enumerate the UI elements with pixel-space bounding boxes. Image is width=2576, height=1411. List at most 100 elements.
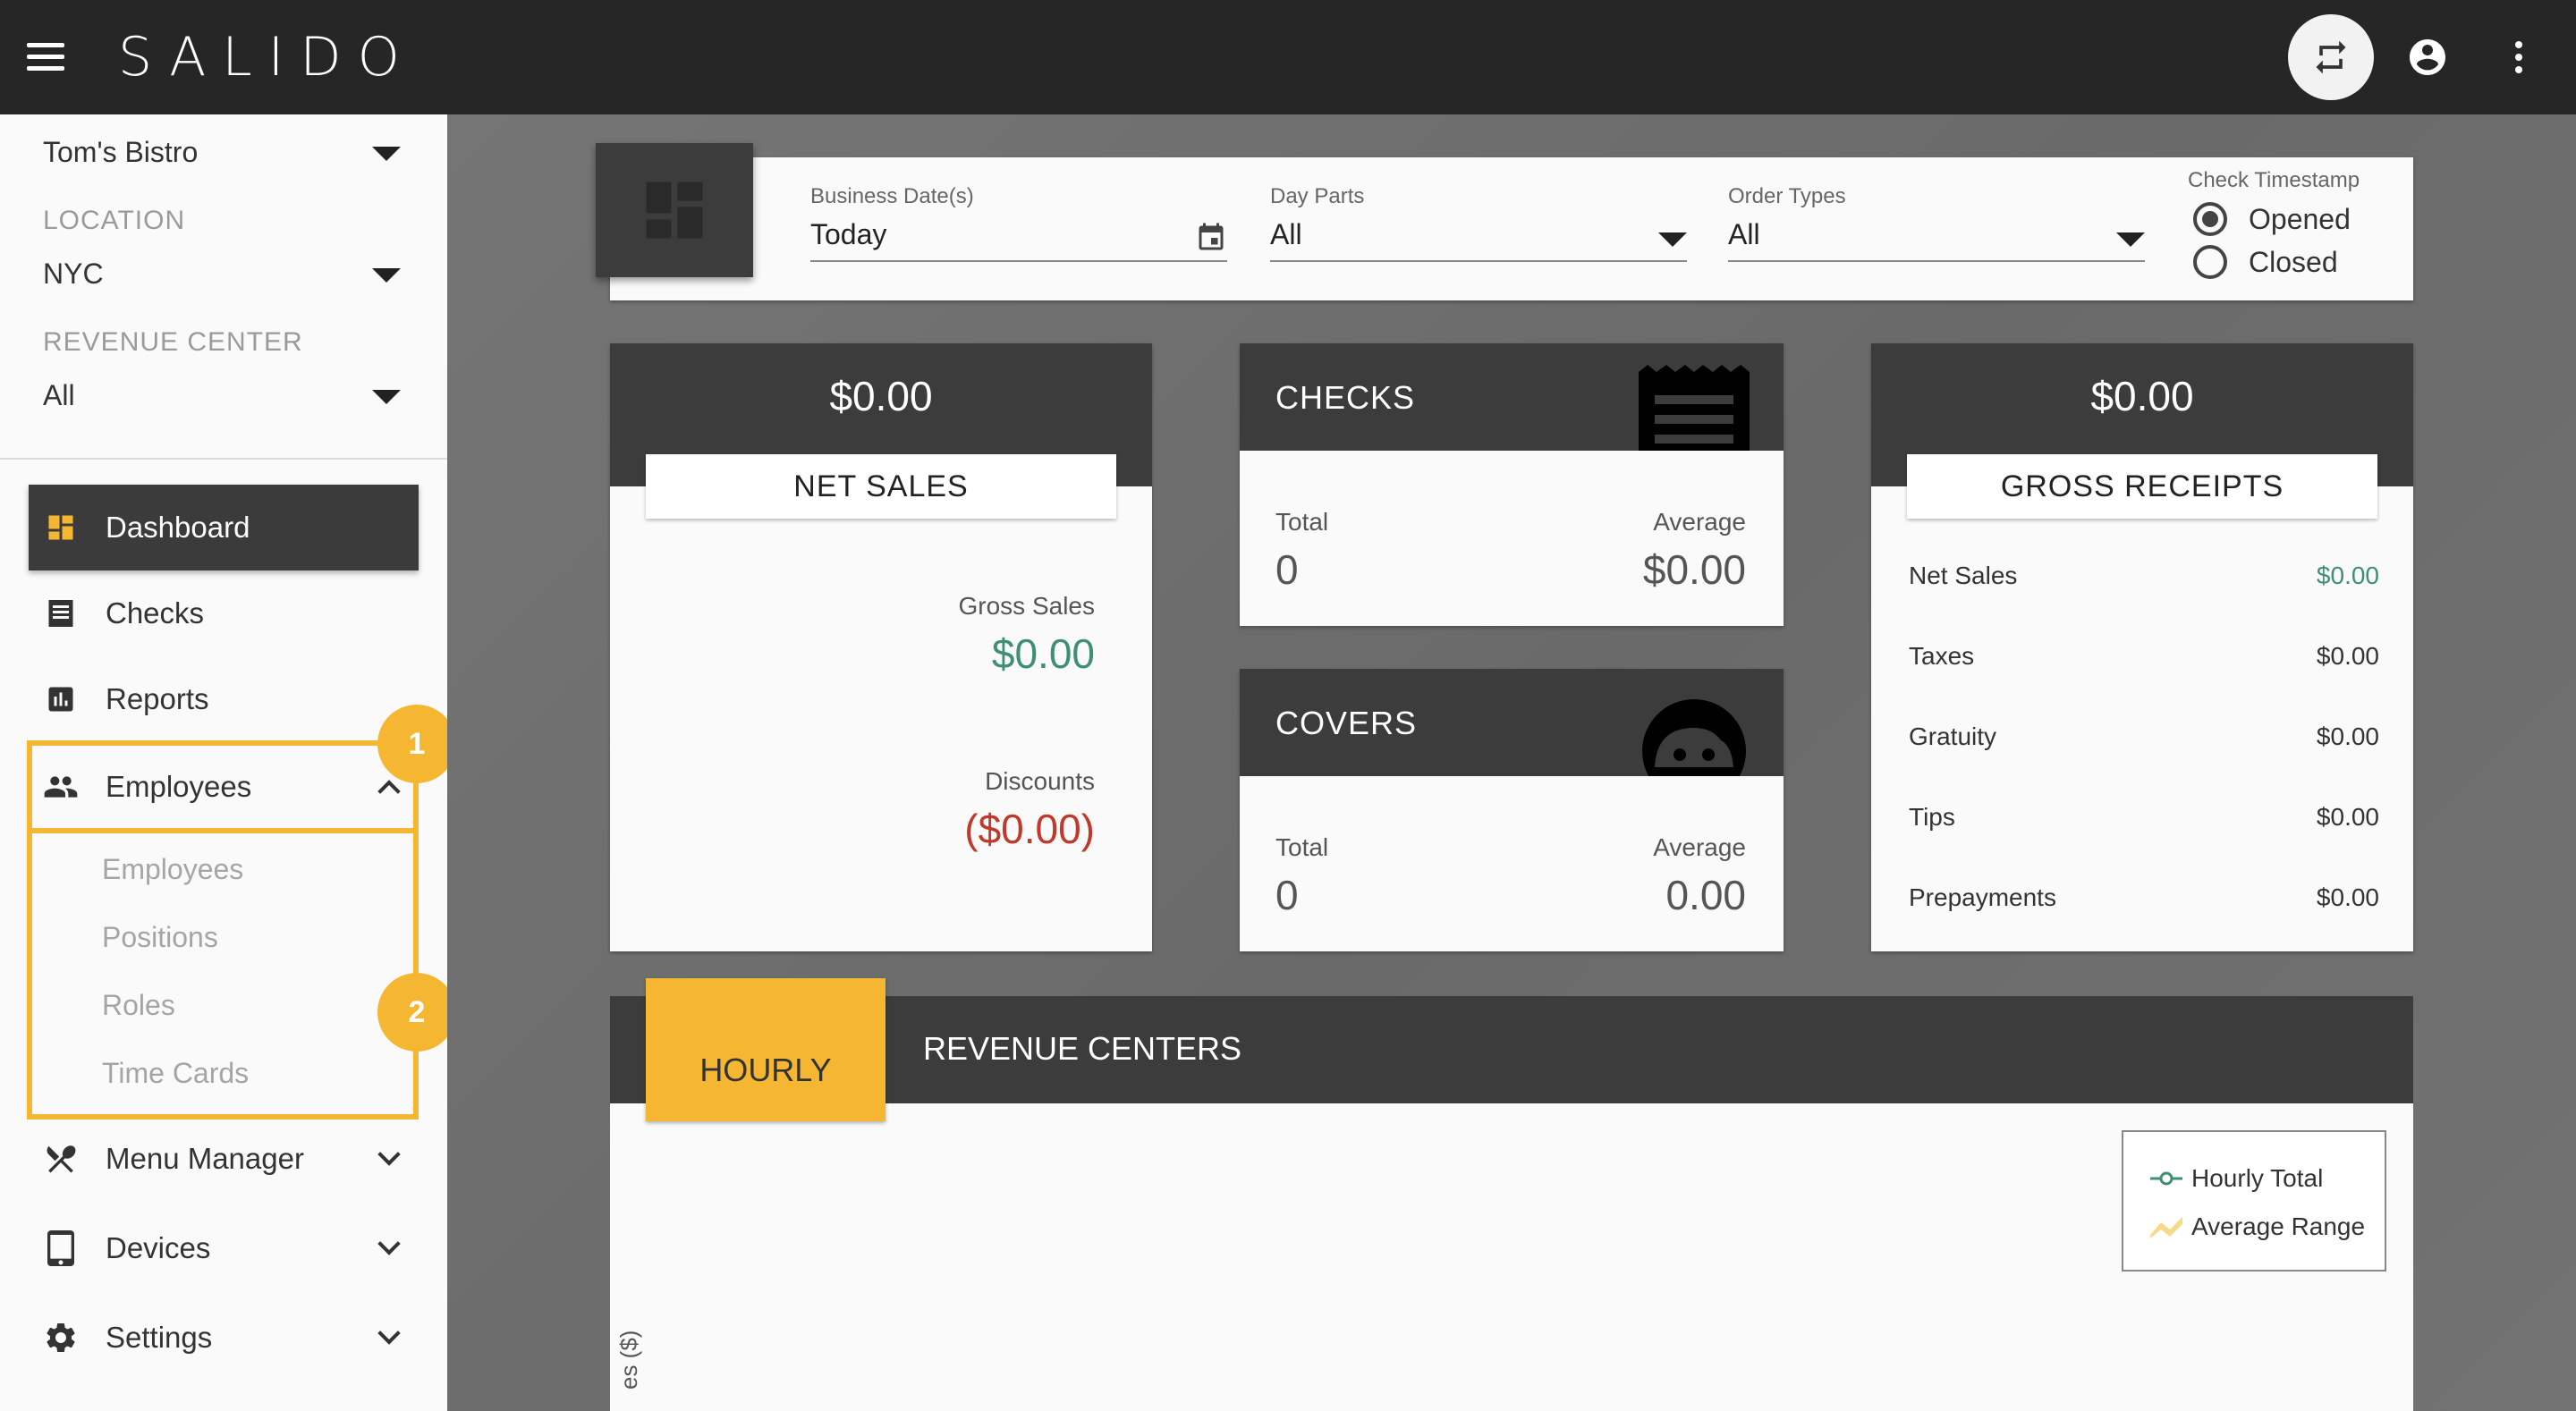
gross-receipts-row: Gratuity $0.00 [1909, 722, 2379, 751]
utensils-icon [43, 1141, 79, 1177]
sidebar-item-label: Dashboard [106, 511, 250, 544]
sidebar-item-reports[interactable]: Reports [29, 656, 419, 742]
dropdown-arrow-icon [372, 147, 401, 161]
row-value: $0.00 [2316, 803, 2379, 831]
business-dates-field[interactable]: Business Date(s) Today [810, 184, 1227, 262]
step-badge-2: 2 [377, 973, 456, 1052]
tablet-icon [43, 1230, 79, 1266]
sidebar-item-label: Reports [106, 682, 209, 715]
switch-button[interactable] [2288, 14, 2374, 100]
order-types-value: All [1728, 218, 1760, 250]
receipt-icon [1639, 365, 1750, 451]
dropdown-arrow-icon [1658, 232, 1687, 247]
sidebar-item-label: Checks [106, 596, 205, 629]
row-label: Net Sales [1909, 562, 2018, 589]
gross-sales-label: Gross Sales [958, 592, 1096, 620]
covers-title: COVERS [1275, 705, 1418, 741]
tab-hourly[interactable]: HOURLY [646, 978, 886, 1121]
checks-card: CHECKS Total 0 Average $0.00 [1240, 343, 1784, 626]
dropdown-arrow-icon [372, 390, 401, 404]
legend-label: Average Range [2191, 1212, 2366, 1240]
radio-closed[interactable]: Closed [2193, 245, 2338, 279]
location-select[interactable]: NYC [43, 249, 401, 299]
checks-title: CHECKS [1275, 379, 1416, 416]
sidebar: Tom's Bistro LOCATION NYC REVENUE CENTER… [0, 114, 456, 1411]
y-axis-label: es ($) [615, 1330, 642, 1390]
sidebar-item-dashboard[interactable]: Dashboard [29, 485, 419, 570]
row-label: Tips [1909, 803, 1955, 831]
sidebar-item-settings[interactable]: Settings [29, 1295, 419, 1381]
gross-receipts-row: Taxes $0.00 [1909, 642, 2379, 671]
highlight-employee-submenu [27, 828, 419, 1120]
sidebar-item-devices[interactable]: Devices [29, 1205, 419, 1291]
checks-total-value: 0 [1275, 546, 1299, 593]
day-parts-value: All [1270, 218, 1302, 250]
chart-legend: Hourly Total Average Range [2122, 1130, 2386, 1272]
app-logo: SALIDO [118, 26, 416, 89]
check-timestamp-group: Check Timestamp [2188, 168, 2394, 193]
covers-average-value: 0.00 [1665, 872, 1746, 918]
step-badge-1: 1 [377, 705, 456, 783]
row-label: Taxes [1909, 642, 1975, 670]
covers-total-value: 0 [1275, 872, 1299, 918]
legend-label: Hourly Total [2191, 1164, 2324, 1192]
menu-icon[interactable] [27, 43, 64, 72]
chevron-down-icon [377, 1322, 401, 1345]
business-dates-label: Business Date(s) [810, 184, 974, 208]
revenue-center-select[interactable]: All [43, 370, 401, 420]
legend-hourly-total[interactable]: Hourly Total [2148, 1164, 2323, 1193]
radio-unchecked-icon [2193, 245, 2227, 279]
radio-closed-label: Closed [2249, 245, 2338, 278]
account-circle-icon [2410, 39, 2445, 75]
tab-revenue-centers[interactable]: REVENUE CENTERS [923, 1030, 1241, 1068]
order-types-label: Order Types [1728, 184, 1846, 208]
sidebar-item-checks[interactable]: Checks [29, 570, 419, 656]
chevron-down-icon [377, 1143, 401, 1166]
field-underline [1270, 260, 1687, 262]
day-parts-label: Day Parts [1270, 184, 1365, 208]
dashboard-icon [646, 182, 703, 239]
revenue-center-label: REVENUE CENTER [43, 327, 303, 357]
checks-average-value: $0.00 [1642, 546, 1746, 593]
dashboard-icon [43, 510, 79, 545]
highlight-employees [27, 740, 419, 833]
gross-receipts-title: GROSS RECEIPTS [1907, 454, 2377, 519]
covers-total-label: Total [1275, 833, 1329, 861]
row-value: $0.00 [2316, 642, 2379, 670]
gross-receipts-row: Tips $0.00 [1909, 803, 2379, 832]
restaurant-value: Tom's Bistro [43, 136, 199, 168]
gross-receipts-row: Prepayments $0.00 [1909, 883, 2379, 912]
day-parts-select[interactable]: Day Parts All [1270, 184, 1687, 262]
radio-opened[interactable]: Opened [2193, 202, 2351, 236]
top-bar: SALIDO [0, 0, 2576, 114]
location-value: NYC [43, 258, 104, 290]
restaurant-select[interactable]: Tom's Bistro [43, 127, 401, 177]
sidebar-item-menu-manager[interactable]: Menu Manager [29, 1116, 419, 1202]
calendar-icon [1199, 223, 1224, 250]
repeat-icon [2316, 40, 2346, 74]
gear-icon [43, 1320, 79, 1356]
discounts-label: Discounts [985, 767, 1095, 795]
covers-card: COVERS Total 0 Average 0.00 [1240, 669, 1784, 951]
checks-average-label: Average [1653, 508, 1746, 536]
checks-total-label: Total [1275, 508, 1329, 536]
line-marker-icon [2150, 1171, 2182, 1186]
more-vert-icon[interactable] [2503, 36, 2535, 79]
field-underline [810, 260, 1227, 262]
gross-receipts-amount: $0.00 [2090, 373, 2194, 419]
row-value: $0.00 [2316, 562, 2379, 589]
sidebar-divider [0, 458, 447, 460]
field-underline [1728, 260, 2145, 262]
row-value: $0.00 [2316, 883, 2379, 911]
gross-sales-value: $0.00 [991, 630, 1095, 677]
legend-average-range[interactable]: Average Range [2148, 1212, 2365, 1241]
face-icon [1642, 699, 1746, 776]
business-dates-value: Today [810, 218, 887, 250]
account-button[interactable] [2406, 36, 2449, 79]
sidebar-item-label: Devices [106, 1231, 211, 1264]
dropdown-arrow-icon [2116, 232, 2145, 247]
revenue-center-value: All [43, 379, 75, 411]
dropdown-arrow-icon [372, 268, 401, 283]
location-label: LOCATION [43, 206, 186, 235]
order-types-select[interactable]: Order Types All [1728, 184, 2145, 262]
